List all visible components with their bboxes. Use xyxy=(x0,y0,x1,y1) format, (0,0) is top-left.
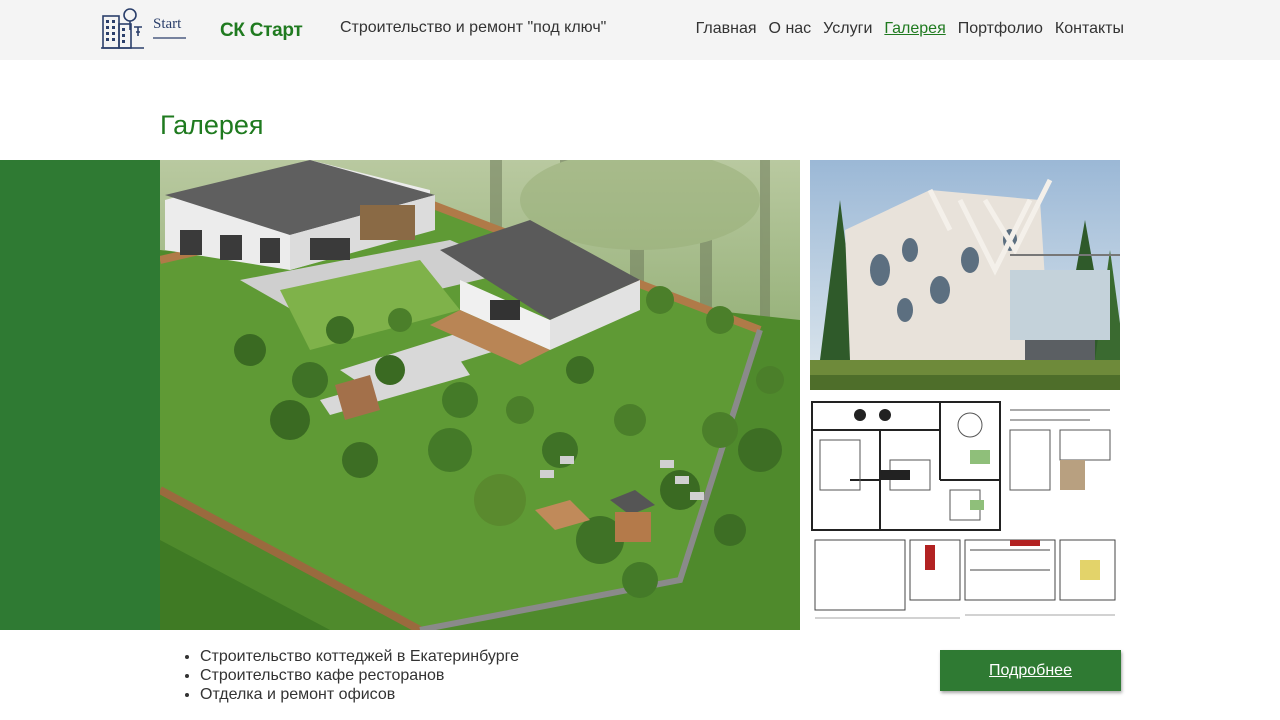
building-logo-icon: Start xyxy=(101,8,186,49)
gallery-image-cottage[interactable] xyxy=(160,160,800,630)
nav-about[interactable]: О нас xyxy=(769,20,812,38)
services-list: Строительство коттеджей в Екатеринбурге … xyxy=(200,647,519,704)
list-item: Строительство кафе ресторанов xyxy=(200,666,519,685)
nav-services[interactable]: Услуги xyxy=(823,20,872,38)
green-accent-block xyxy=(0,160,160,630)
page-title: Галерея xyxy=(160,110,264,140)
nav-home[interactable]: Главная xyxy=(696,20,757,38)
gallery-image-house[interactable] xyxy=(810,160,1120,390)
svg-text:Start: Start xyxy=(153,16,182,32)
logo[interactable]: Start xyxy=(100,6,188,52)
list-item: Строительство коттеджей в Екатеринбурге xyxy=(200,647,519,666)
site-header: Start СК Старт Строительство и ремонт "п… xyxy=(0,0,1280,60)
modern-house-image xyxy=(810,160,1120,390)
floor-plan-image xyxy=(810,400,1120,630)
nav-portfolio[interactable]: Портфолио xyxy=(958,20,1043,38)
main-nav: Главная О нас Услуги Галерея Портфолио К… xyxy=(696,20,1124,38)
brand-name[interactable]: СК Старт xyxy=(220,20,303,42)
tagline: Строительство и ремонт "под ключ" xyxy=(340,19,607,36)
list-item: Отделка и ремонт офисов xyxy=(200,685,519,704)
nav-gallery[interactable]: Галерея xyxy=(884,20,945,38)
nav-contacts[interactable]: Контакты xyxy=(1055,20,1124,38)
gallery-image-floor-plan[interactable] xyxy=(810,400,1120,630)
cottage-render-image xyxy=(160,160,800,630)
more-button[interactable]: Подробнее xyxy=(940,650,1121,691)
